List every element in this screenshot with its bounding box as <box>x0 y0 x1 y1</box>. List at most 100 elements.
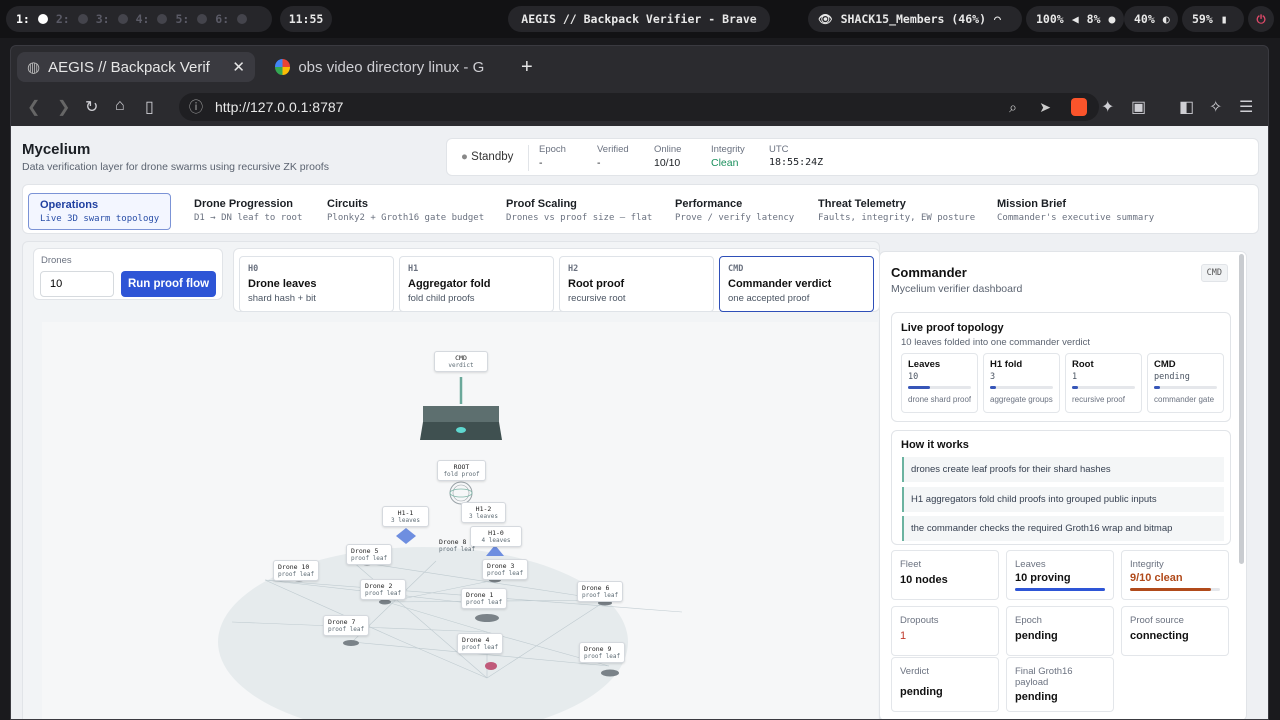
h1-1-node[interactable]: H1-1 3 leaves <box>382 506 429 527</box>
reload-icon[interactable]: ↻ <box>85 97 98 117</box>
leo-icon[interactable]: ✧ <box>1209 97 1222 117</box>
tab-operations[interactable]: Operations Live 3D swarm topology <box>28 193 172 230</box>
step-cmd[interactable]: CMD Commander verdict one accepted proof <box>719 256 874 312</box>
cpu-status: 40% ◐ <box>1124 6 1178 32</box>
close-icon[interactable]: ✕ <box>232 58 245 76</box>
workspace-5[interactable]: 5: <box>175 12 189 26</box>
tab-mission-brief[interactable]: Mission Brief Commander's executive summa… <box>986 193 1165 228</box>
audio-status[interactable]: 100% ◀ 8% ● <box>1026 6 1124 32</box>
topology-graphics <box>218 377 683 719</box>
how-step-1: drones create leaf proofs for their shar… <box>902 457 1224 482</box>
topology-title: Live proof topology <box>901 322 1004 334</box>
drone-2-node[interactable]: Drone 2 proof leaf <box>360 579 407 600</box>
tab-circuits[interactable]: Circuits Plonky2 + Groth16 gate budget <box>316 193 495 228</box>
new-tab-button[interactable]: + <box>511 52 541 82</box>
network-status[interactable]: 👁 SHACK15_Members (46%) ◠ <box>808 6 1022 32</box>
workspace-switcher[interactable]: 1: 2: 3: 4: 5: 6: <box>6 6 272 32</box>
h1-2-node[interactable]: H1-2 3 leaves <box>461 502 506 523</box>
zoom-icon[interactable]: ⌕ <box>1009 99 1017 116</box>
sidebar-icon[interactable]: ◧ <box>1179 97 1194 117</box>
swarm-topology-canvas[interactable]: CMD verdict ROOT fold proof H1-1 3 leaves H… <box>42 322 878 719</box>
drone-1-node[interactable]: Drone 1 proof leaf <box>461 588 508 609</box>
app-subtitle: Data verification layer for drone swarms… <box>22 161 329 173</box>
workspace-2[interactable]: 2: <box>56 12 70 26</box>
tile-cmd: CMD pending commander gate <box>1147 353 1224 413</box>
how-title: How it works <box>901 439 969 451</box>
forward-icon[interactable]: ❯ <box>57 97 70 117</box>
step-h2[interactable]: H2 Root proof recursive root <box>559 256 714 312</box>
screenshot-icon[interactable]: ▣ <box>1131 97 1146 117</box>
drone-3-node[interactable]: Drone 3 proof leaf <box>482 559 529 580</box>
stat-fleet: Fleet 10 nodes <box>891 550 999 600</box>
section-nav: Operations Live 3D swarm topology Drone P… <box>22 184 1259 234</box>
topology-subtitle: 10 leaves folded into one commander verd… <box>901 337 1091 348</box>
drones-input[interactable] <box>40 271 114 297</box>
run-proof-flow-button[interactable]: Run proof flow <box>121 271 216 297</box>
standby-status: ● Standby <box>461 151 514 163</box>
step-h1[interactable]: H1 Aggregator fold fold child proofs <box>399 256 554 312</box>
workspace-dot-icon <box>157 14 168 24</box>
integrity-stat: Integrity Clean <box>711 144 745 169</box>
cmd-node[interactable]: CMD verdict <box>434 351 488 372</box>
drone-7-node[interactable]: Drone 7 proof leaf <box>323 615 370 636</box>
drone-8-node[interactable]: Drone 8 proof leaf <box>435 536 479 555</box>
drones-label: Drones <box>41 255 72 266</box>
workspace-4[interactable]: 4: <box>136 12 150 26</box>
address-bar[interactable]: ⓘ http://127.0.0.1:8787 ⌕ ➤ <box>179 93 1099 121</box>
tab-obs[interactable]: obs video directory linux - G <box>265 52 505 82</box>
utc-stat: UTC 18:55:24Z <box>769 144 824 168</box>
topology-card: Live proof topology 10 leaves folded int… <box>891 312 1231 422</box>
tab-drone-progression[interactable]: Drone Progression D1 → DN leaf to root <box>183 193 313 228</box>
extensions-icon[interactable]: ✦ <box>1101 97 1114 117</box>
root-node[interactable]: ROOT fold proof <box>437 460 486 481</box>
panel-scrollbar[interactable] <box>1239 254 1244 564</box>
proof-steps: H0 Drone leaves shard hash + bit H1 Aggrega… <box>233 248 880 312</box>
info-icon[interactable]: ⓘ <box>189 97 203 117</box>
stat-integrity: Integrity 9/10 clean <box>1121 550 1229 600</box>
mic-icon: ● <box>1108 12 1116 26</box>
status-strip: ● Standby Epoch - Verified - Online 10/10 I… <box>446 138 1259 176</box>
home-icon[interactable]: ⌂ <box>115 97 125 115</box>
send-icon[interactable]: ➤ <box>1039 99 1051 116</box>
tab-aegis[interactable]: ◍ AEGIS // Backpack Verif ✕ <box>17 52 255 82</box>
tab-performance[interactable]: Performance Prove / verify latency <box>664 193 805 228</box>
stat-verdict: Verdict pending <box>891 657 999 712</box>
cpu-value: 40% <box>1134 12 1155 26</box>
workspace-1[interactable]: 1: <box>16 12 30 26</box>
back-icon[interactable]: ❮ <box>27 97 40 117</box>
globe-icon: ◍ <box>27 59 41 76</box>
tile-leaves: Leaves 10 drone shard proofs <box>901 353 978 413</box>
commander-panel: Commander Mycelium verifier dashboard CM… <box>879 251 1247 719</box>
drone-10-node[interactable]: Drone 10 proof leaf <box>273 560 320 581</box>
stat-dropouts: Dropouts 1 <box>891 606 999 656</box>
tab-proof-scaling[interactable]: Proof Scaling Drones vs proof size — flat <box>495 193 663 228</box>
brave-shield-icon[interactable] <box>1071 98 1087 116</box>
stat-epoch: Epoch pending <box>1006 606 1114 656</box>
brightness-value: 100% <box>1036 12 1064 26</box>
drone-4-node[interactable]: Drone 4 proof leaf <box>457 633 504 654</box>
google-icon <box>275 59 291 75</box>
wifi-icon: ◠ <box>994 12 1001 26</box>
drone-6-node[interactable]: Drone 6 proof leaf <box>577 581 624 602</box>
tab-strip: ◍ AEGIS // Backpack Verif ✕ obs video di… <box>11 46 1268 88</box>
tab-label: obs video directory linux - G <box>298 58 485 76</box>
app-title: Mycelium <box>22 141 91 158</box>
workspace-3[interactable]: 3: <box>96 12 110 26</box>
workspace-6[interactable]: 6: <box>215 12 229 26</box>
commander-base <box>423 406 499 422</box>
stat-leaves: Leaves 10 proving <box>1006 550 1114 600</box>
step-h0[interactable]: H0 Drone leaves shard hash + bit <box>239 256 394 312</box>
app-header: Mycelium Data verification layer for dro… <box>22 141 329 173</box>
drone-9-node[interactable]: Drone 9 proof leaf <box>579 642 626 663</box>
window-title: AEGIS // Backpack Verifier - Brave <box>508 6 770 32</box>
menu-icon[interactable]: ☰ <box>1239 97 1253 117</box>
operations-view: Drones Run proof flow H0Drone leavesshar… <box>22 241 880 719</box>
eye-icon: 👁 <box>818 12 833 26</box>
workspace-dot-icon <box>237 14 248 24</box>
drone-controls: Drones Run proof flow <box>33 248 223 300</box>
tab-threat-telemetry[interactable]: Threat Telemetry Faults, integrity, EW po… <box>807 193 986 228</box>
power-icon[interactable]: ⏻ <box>1248 6 1274 32</box>
drone-5-node[interactable]: Drone 5 proof leaf <box>346 544 393 565</box>
bookmark-icon[interactable]: ▯ <box>145 97 154 117</box>
cmd-badge: CMD <box>1200 264 1228 282</box>
